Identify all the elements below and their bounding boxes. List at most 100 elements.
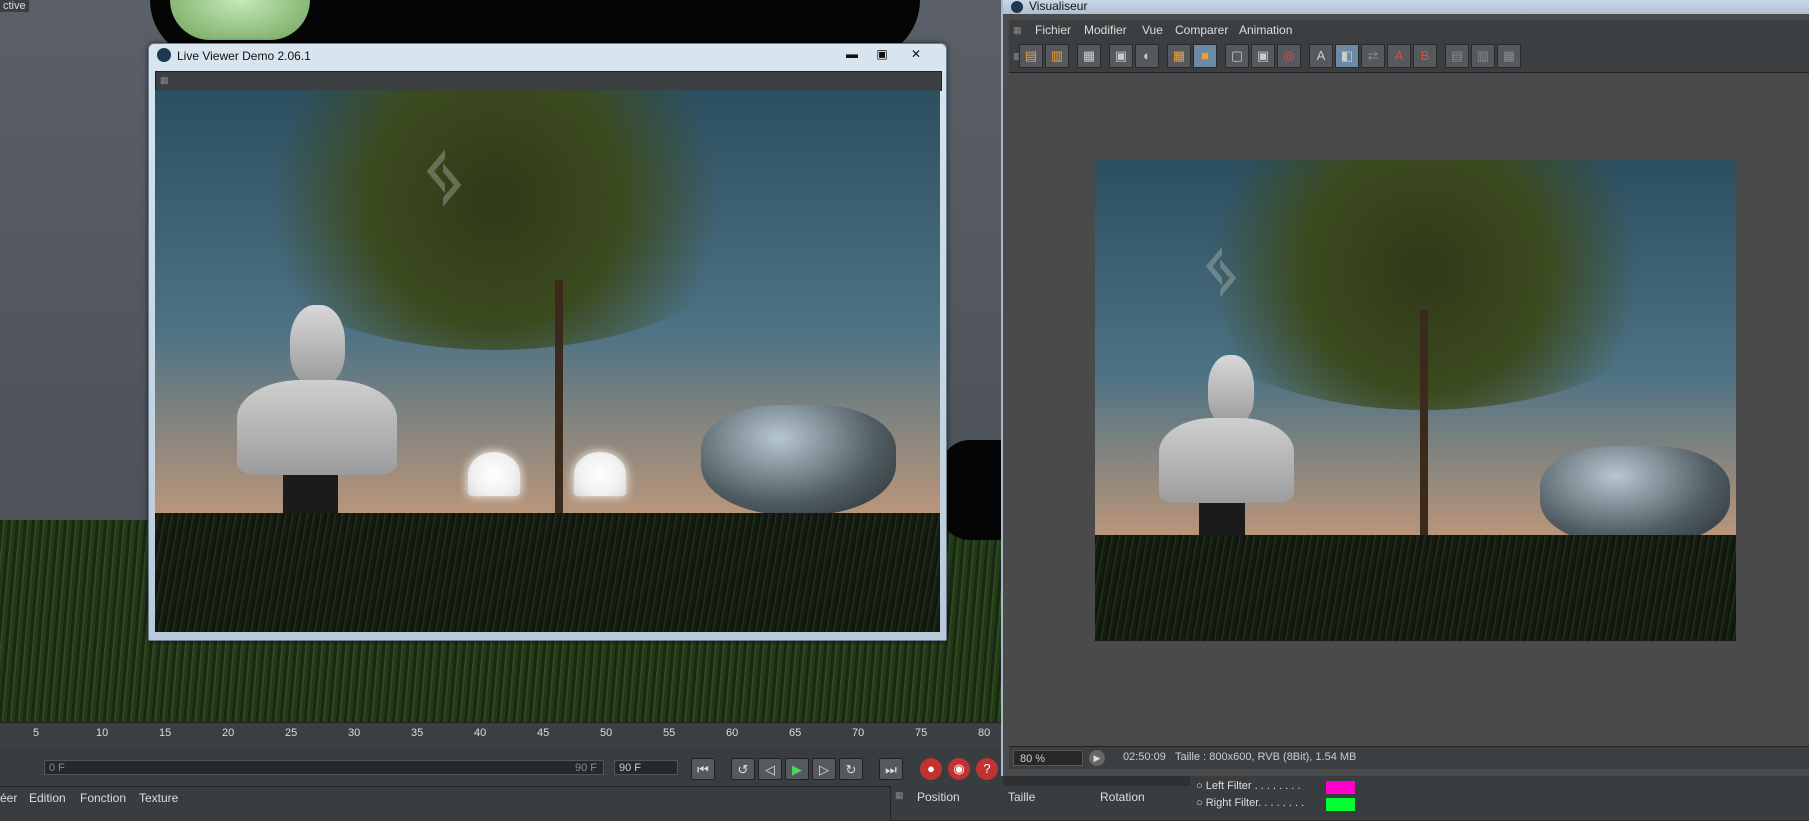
timeline-tick-label: 10: [96, 727, 109, 739]
timeline-tick-label: 75: [915, 727, 928, 739]
maximize-button[interactable]: ▣: [867, 46, 897, 63]
help-button[interactable]: ?: [976, 758, 998, 780]
menu-animation[interactable]: Animation: [1239, 23, 1292, 37]
glowing-orb-right: [574, 452, 626, 496]
timeline-tick-label: 60: [726, 727, 739, 739]
picture-viewer-statusbar: 80 % ▶ 02:50:09 Taille : 800x600, RVB (8…: [1009, 746, 1809, 769]
transport-bar: 0 F 90 F 90 F ⏮ ↺ ◁ ▶ ▷ ↻ ⏭ ● ◉ ?: [0, 748, 1003, 786]
play-button[interactable]: ▶: [785, 758, 809, 780]
green-light-object: [170, 0, 310, 40]
minimize-button[interactable]: ▬: [837, 46, 867, 63]
save-file-icon[interactable]: ▥: [1045, 44, 1069, 68]
grid-icon[interactable]: ▦: [1077, 44, 1101, 68]
left-filter-row[interactable]: ○ Left Filter . . . . . . . .: [1196, 780, 1300, 792]
record-key-button[interactable]: ●: [920, 758, 942, 780]
timeline-ruler[interactable]: 5 10 15 20 25 30 35 40 45 50 55 60 65 70 75 80: [0, 722, 1003, 749]
viewport-tab-label[interactable]: ctive: [0, 0, 29, 12]
layout-icon-1[interactable]: ▤: [1445, 44, 1469, 68]
end-frame-label: 90 F: [574, 762, 597, 774]
info-icon[interactable]: ◐: [1135, 44, 1159, 68]
live-viewer-title: Live Viewer Demo 2.06.1: [177, 49, 311, 63]
grip-icon[interactable]: ▦: [1013, 25, 1022, 36]
material-menu-item[interactable]: Edition: [29, 791, 66, 805]
live-render-view[interactable]: ᛃ: [155, 90, 940, 632]
timeline-tick-label: 5: [33, 727, 40, 739]
stop-render-icon[interactable]: ■: [1193, 44, 1217, 68]
loop-back-button[interactable]: ↺: [731, 758, 755, 780]
render-region-icon[interactable]: ▢: [1225, 44, 1249, 68]
bust-statue: [237, 380, 397, 475]
picture-viewer-menubar: ▦ Fichier Modifier Vue Comparer Animatio…: [1009, 20, 1809, 40]
zoom-field[interactable]: 80 %: [1013, 750, 1083, 766]
autokey-button[interactable]: ◉: [948, 758, 970, 780]
cinema4d-logo-icon: [1011, 1, 1023, 13]
right-filter-label: Right Filter. . . . . . . .: [1205, 797, 1305, 809]
step-forward-button[interactable]: ▷: [812, 758, 836, 780]
menu-fichier[interactable]: Fichier: [1035, 23, 1071, 37]
bust-head: [290, 305, 345, 385]
glowing-orb-left: [468, 452, 520, 496]
rendered-image[interactable]: ᛃ: [1095, 160, 1736, 641]
left-filter-label: Left Filter . . . . . . . .: [1205, 780, 1301, 792]
material-menu-item[interactable]: éer: [0, 791, 17, 805]
black-sphere-object: [940, 440, 1003, 540]
tree-canopy: [215, 90, 775, 350]
timeline-tick-label: 65: [789, 727, 802, 739]
right-filter-color-swatch[interactable]: [1326, 798, 1355, 811]
timeline-tick-label: 25: [285, 727, 298, 739]
menu-vue[interactable]: Vue: [1142, 23, 1163, 37]
timeline-tick-label: 20: [222, 727, 235, 739]
picture-viewer-toolbar: ▦ ▤ ▥ ▦ ▣ ◐ ▦ ■ ▢ ▣ ◎ A ◧ ⇄ A B ▤ ▥ ▦: [1009, 40, 1809, 73]
right-filter-row[interactable]: ○ Right Filter. . . . . . . .: [1196, 797, 1304, 809]
end-frame-field[interactable]: 90 F: [614, 760, 678, 775]
open-file-icon[interactable]: ▤: [1019, 44, 1043, 68]
close-button[interactable]: ✕: [901, 46, 931, 63]
grass-ground: [1095, 535, 1736, 641]
delete-image-icon[interactable]: ▦: [1167, 44, 1191, 68]
timeline-tick-label: 35: [411, 727, 424, 739]
material-menu-item[interactable]: Fonction: [80, 791, 126, 805]
set-a-icon[interactable]: A: [1387, 44, 1411, 68]
chrome-teapot: [701, 405, 896, 515]
material-manager: éer Edition Fonction Texture: [0, 786, 890, 821]
tree-trunk: [555, 280, 563, 540]
frame-range-slider[interactable]: 0 F 90 F: [44, 760, 604, 775]
grip-icon[interactable]: ▦: [160, 75, 169, 86]
size-header: Taille: [1008, 790, 1036, 804]
menu-modifier[interactable]: Modifier: [1084, 23, 1127, 37]
layout-icon-2[interactable]: ▥: [1471, 44, 1495, 68]
live-viewer-toolbar: ▦: [155, 71, 942, 91]
render-view-icon[interactable]: ▣: [1251, 44, 1275, 68]
play-icon[interactable]: ▶: [1089, 750, 1105, 766]
panel-grip[interactable]: ▦: [895, 790, 904, 801]
watermark-logo: ᛃ: [1200, 231, 1242, 309]
compare-ab-icon[interactable]: A: [1309, 44, 1333, 68]
channels-icon[interactable]: ▣: [1109, 44, 1133, 68]
stereo-filter-panel: ○ Left Filter . . . . . . . . ○ Right Fi…: [1190, 776, 1809, 820]
step-back-button[interactable]: ◁: [758, 758, 782, 780]
radio-icon: ○: [1196, 797, 1203, 809]
chrome-teapot: [1540, 446, 1730, 546]
left-filter-color-swatch[interactable]: [1326, 781, 1355, 794]
timeline-tick-label: 50: [600, 727, 613, 739]
render-settings-icon[interactable]: ◎: [1277, 44, 1301, 68]
timeline-tick-label: 70: [852, 727, 865, 739]
live-viewer-window: Live Viewer Demo 2.06.1 ▬ ▣ ✕ ▦ ᛃ: [148, 43, 947, 641]
material-menu-item[interactable]: Texture: [139, 791, 178, 805]
menu-comparer[interactable]: Comparer: [1175, 23, 1228, 37]
layout-icon-3[interactable]: ▦: [1497, 44, 1521, 68]
swap-ab-icon[interactable]: ⇄: [1361, 44, 1385, 68]
split-compare-icon[interactable]: ◧: [1335, 44, 1359, 68]
timeline-tick-label: 15: [159, 727, 172, 739]
loop-forward-button[interactable]: ↻: [839, 758, 863, 780]
set-b-icon[interactable]: B: [1413, 44, 1437, 68]
render-time: 02:50:09: [1123, 751, 1166, 763]
start-frame-label: 0 F: [49, 762, 65, 774]
go-to-start-button[interactable]: ⏮: [691, 758, 715, 780]
timeline-tick-label: 45: [537, 727, 550, 739]
picture-viewer-titlebar: Visualiseur: [1003, 0, 1809, 14]
go-to-end-button[interactable]: ⏭: [879, 758, 903, 780]
tree-trunk: [1420, 310, 1428, 540]
coordinates-panel: ▦ Position Taille Rotation: [890, 786, 1191, 820]
picture-viewer-title: Visualiseur: [1029, 0, 1088, 13]
